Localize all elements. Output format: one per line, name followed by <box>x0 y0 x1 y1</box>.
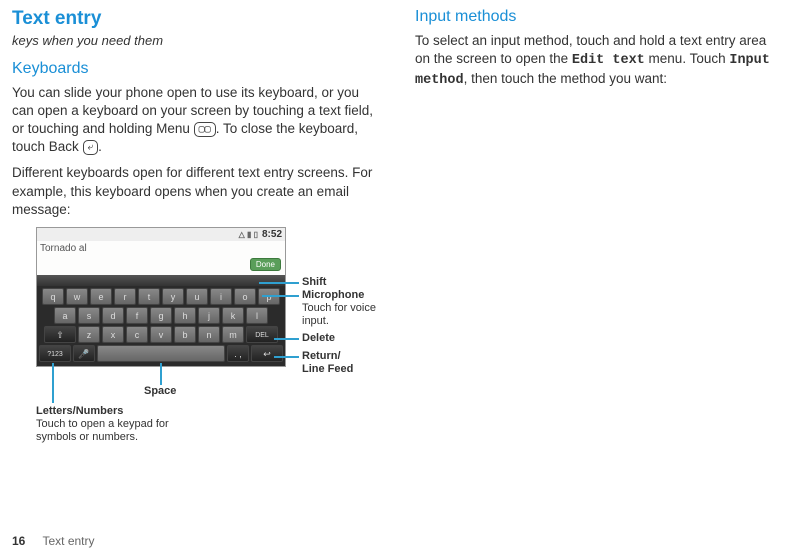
phone-mockup: △ ▮ ▯ 8:52 Tornado al Done qwertyuiop as… <box>36 227 286 367</box>
right-column: Input methods To select an input method,… <box>415 8 780 462</box>
input-methods-heading: Input methods <box>415 8 780 26</box>
key-r[interactable]: r <box>114 288 136 305</box>
delete-label: Delete <box>302 332 335 345</box>
status-time: 8:52 <box>262 229 282 240</box>
key-b[interactable]: b <box>174 326 196 343</box>
return-label: Return/ Line Feed <box>302 350 353 376</box>
key-l[interactable]: l <box>246 307 268 324</box>
return-key[interactable]: ↩ <box>251 345 283 362</box>
keyboards-para1: You can slide your phone open to use its… <box>12 84 377 157</box>
key-n[interactable]: n <box>198 326 220 343</box>
key-x[interactable]: x <box>102 326 124 343</box>
done-button[interactable]: Done <box>250 258 281 271</box>
menu-icon: ▢▢ <box>194 122 216 137</box>
key-c[interactable]: c <box>126 326 148 343</box>
signal-icon: △ ▮ ▯ <box>239 230 258 239</box>
microphone-label: Microphone Touch for voice input. <box>302 289 382 329</box>
key-k[interactable]: k <box>222 307 244 324</box>
im-para-b: menu. Touch <box>645 51 730 66</box>
shift-label: Shift <box>302 276 326 289</box>
key-z[interactable]: z <box>78 326 100 343</box>
key-f[interactable]: f <box>126 307 148 324</box>
key-q[interactable]: q <box>42 288 64 305</box>
key-d[interactable]: d <box>102 307 124 324</box>
im-para-c: , then touch the method you want: <box>464 71 667 86</box>
key-i[interactable]: i <box>210 288 232 305</box>
key-s[interactable]: s <box>78 307 100 324</box>
period-key[interactable]: . , <box>227 345 249 362</box>
page-subtitle: keys when you need them <box>12 32 377 50</box>
key-p[interactable]: p <box>258 288 280 305</box>
typed-text: Tornado al <box>40 243 87 254</box>
left-column: Text entry keys when you need them Keybo… <box>12 8 377 462</box>
text-input-area[interactable]: Tornado al Done <box>37 241 285 275</box>
key-m[interactable]: m <box>222 326 244 343</box>
letters-numbers-label: Letters/Numbers Touch to open a keypad f… <box>36 405 206 445</box>
space-label: Space <box>144 385 176 398</box>
page-footer: 16 Text entry <box>12 534 95 548</box>
key-u[interactable]: u <box>186 288 208 305</box>
para1-text-c: . <box>98 139 102 154</box>
page-number: 16 <box>12 534 25 548</box>
key-o[interactable]: o <box>234 288 256 305</box>
status-bar: △ ▮ ▯ 8:52 <box>37 228 285 241</box>
delete-key[interactable]: DEL <box>246 326 278 343</box>
key-j[interactable]: j <box>198 307 220 324</box>
space-key[interactable] <box>97 345 225 362</box>
key-h[interactable]: h <box>174 307 196 324</box>
keyboards-para2: Different keyboards open for different t… <box>12 164 377 219</box>
input-methods-para: To select an input method, touch and hol… <box>415 32 780 91</box>
key-t[interactable]: t <box>138 288 160 305</box>
keyboard-diagram: △ ▮ ▯ 8:52 Tornado al Done qwertyuiop as… <box>12 227 377 462</box>
back-icon: ⤶ <box>83 140 99 155</box>
keyboard: qwertyuiop asdfghjkl ⇧zxcvbnmDEL ?123🎤 . … <box>37 286 285 366</box>
page-title: Text entry <box>12 8 377 30</box>
key-a[interactable]: a <box>54 307 76 324</box>
shift-key[interactable]: ⇧ <box>44 326 76 343</box>
suggestion-bar <box>37 275 285 286</box>
edit-text-bold: Edit text <box>572 53 645 68</box>
key-v[interactable]: v <box>150 326 172 343</box>
key-y[interactable]: y <box>162 288 184 305</box>
key-w[interactable]: w <box>66 288 88 305</box>
symbols-key[interactable]: ?123 <box>39 345 71 362</box>
footer-section: Text entry <box>42 534 94 548</box>
keyboards-heading: Keyboards <box>12 60 377 78</box>
key-g[interactable]: g <box>150 307 172 324</box>
key-e[interactable]: e <box>90 288 112 305</box>
microphone-key[interactable]: 🎤 <box>73 345 95 362</box>
